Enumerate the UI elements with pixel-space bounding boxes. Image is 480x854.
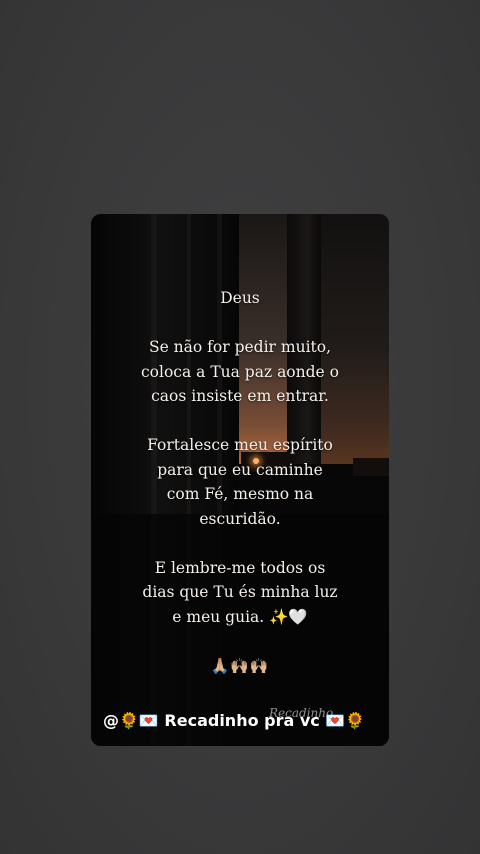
post-paragraph-2: Fortalesce meu espírito para que eu cami… xyxy=(147,436,333,528)
post-title: Deus xyxy=(220,289,260,307)
screen: Deus Se não for pedir muito, coloca a Tu… xyxy=(0,0,480,854)
post-paragraph-1: Se não for pedir muito, coloca a Tua paz… xyxy=(141,338,339,405)
signature-watermark: Recadinho xyxy=(269,706,334,720)
account-handle: @🌻💌 Recadinho pra vc 💌🌻 xyxy=(103,711,366,730)
post-text: Deus Se não for pedir muito, coloca a Tu… xyxy=(91,286,389,703)
post-paragraph-3: E lembre-me todos os dias que Tu és minh… xyxy=(142,558,338,626)
story-card[interactable]: Deus Se não for pedir muito, coloca a Tu… xyxy=(91,214,389,746)
praying-hands-emojis: 🙏🏼🙌🏼🙌🏼 xyxy=(210,656,270,675)
